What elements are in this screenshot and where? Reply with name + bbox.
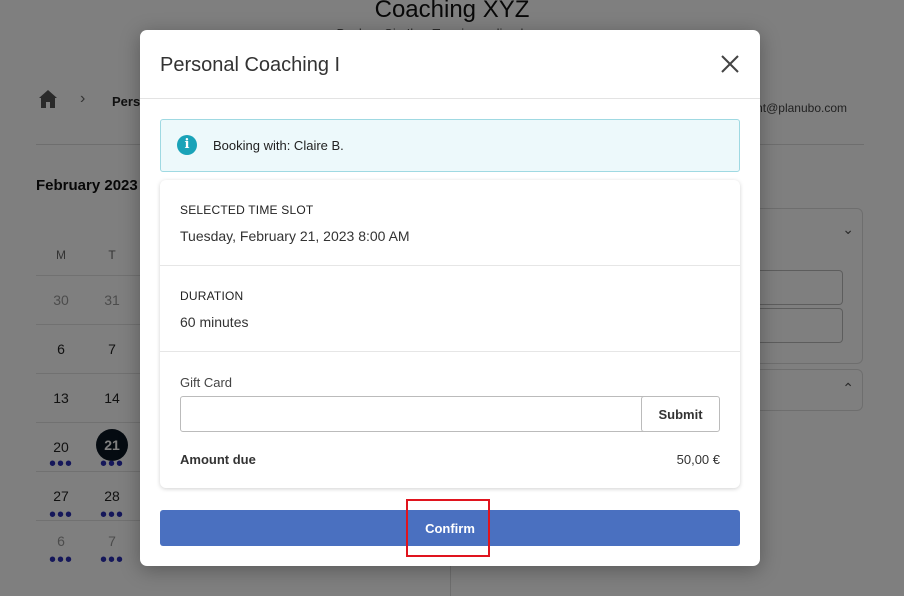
modal-title: Personal Coaching I <box>160 54 341 76</box>
time-slot-section: SELECTED TIME SLOT Tuesday, February 21,… <box>160 180 740 266</box>
duration-label: DURATION <box>180 289 244 303</box>
gift-card-submit-button[interactable]: Submit <box>641 396 720 432</box>
modal-header: Personal Coaching I <box>140 30 760 99</box>
duration-section: DURATION 60 minutes <box>160 266 740 352</box>
booking-with-text: Booking with: Claire B. <box>213 138 344 153</box>
gift-card-input[interactable] <box>180 396 648 432</box>
time-slot-label: SELECTED TIME SLOT <box>180 203 314 217</box>
booking-info-alert: i Booking with: Claire B. <box>160 119 740 172</box>
booking-summary-card: SELECTED TIME SLOT Tuesday, February 21,… <box>160 180 740 488</box>
info-icon: i <box>177 135 197 155</box>
amount-due-label: Amount due <box>180 452 256 467</box>
highlight-annotation <box>406 499 490 557</box>
time-slot-value: Tuesday, February 21, 2023 8:00 AM <box>180 228 410 244</box>
close-icon[interactable] <box>716 50 744 78</box>
gift-card-label: Gift Card <box>180 375 233 390</box>
duration-value: 60 minutes <box>180 314 249 330</box>
amount-due-value: 50,00 € <box>676 452 720 467</box>
booking-modal: Personal Coaching I i Booking with: Clai… <box>140 30 760 566</box>
